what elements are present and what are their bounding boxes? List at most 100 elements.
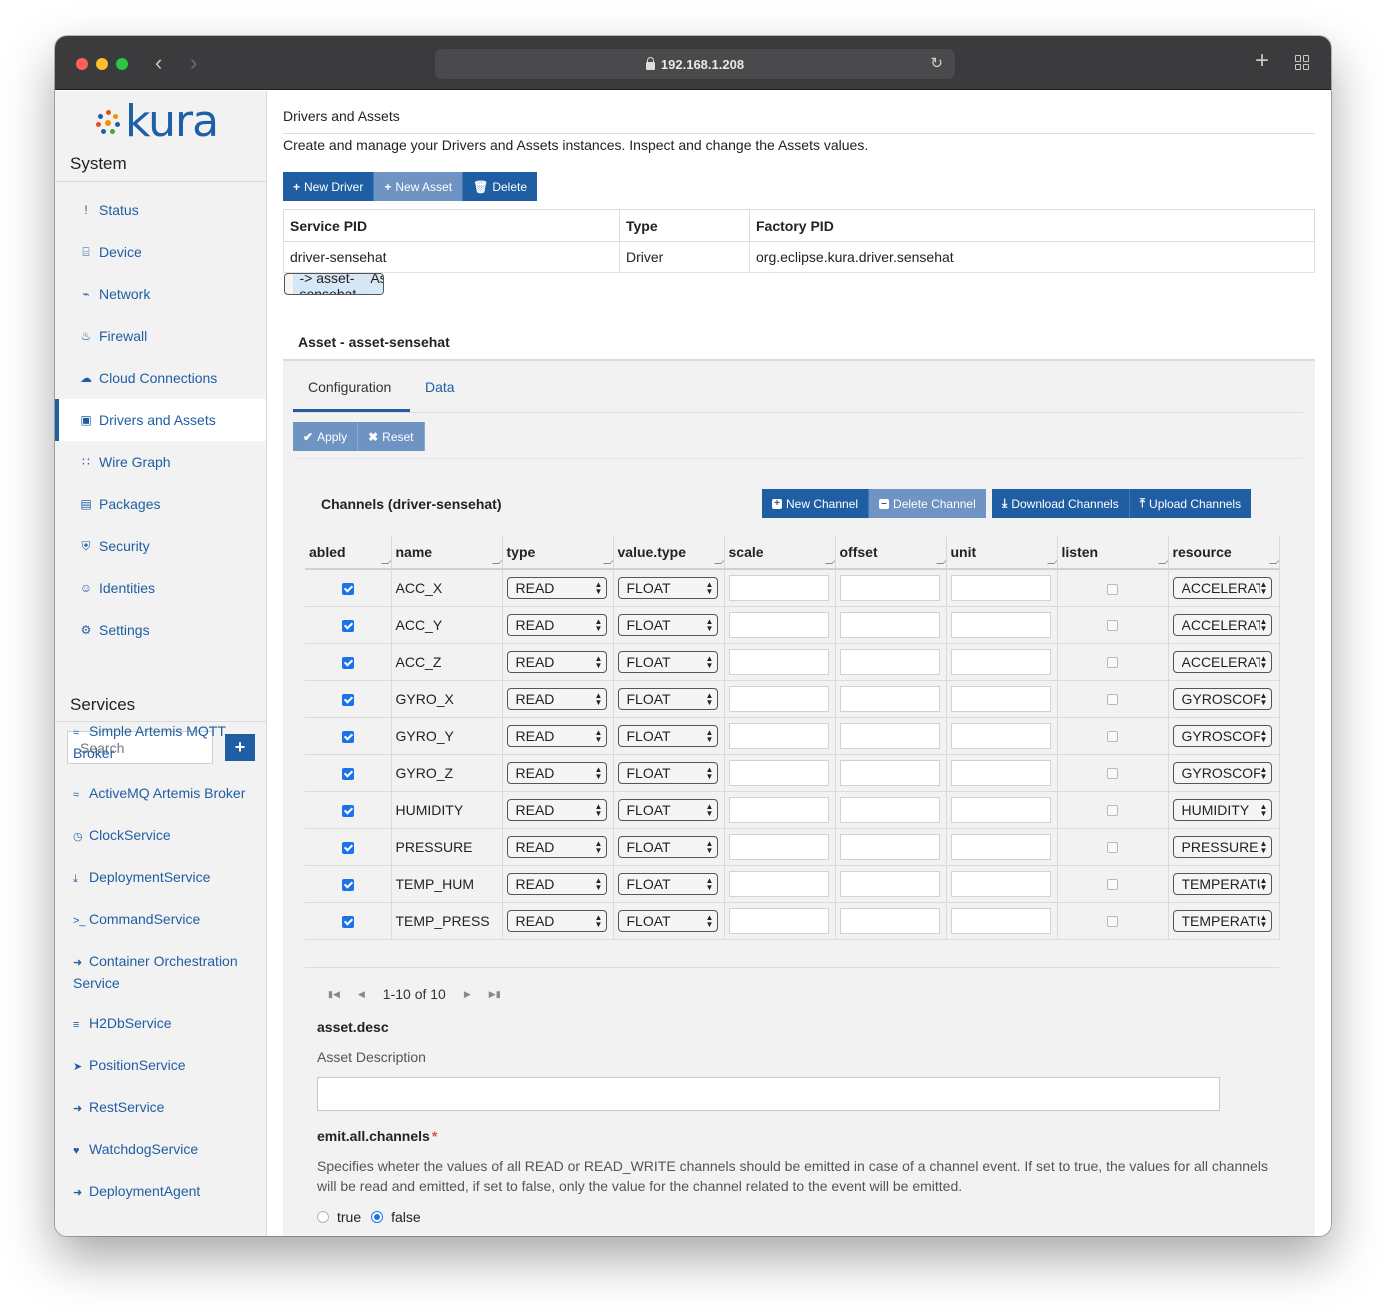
type-select[interactable]: READ ▲ ▼ bbox=[506, 687, 607, 710]
offset-input[interactable] bbox=[839, 833, 940, 860]
unit-input[interactable] bbox=[950, 648, 1051, 675]
sidebar-item-packages[interactable]: ▤ Packages bbox=[55, 483, 266, 525]
unit-input[interactable] bbox=[950, 722, 1051, 749]
sidebar-item-wire-graph[interactable]: ∷ Wire Graph bbox=[55, 441, 266, 483]
sidebar-item-network[interactable]: ⌁ Network bbox=[55, 273, 266, 315]
service-item-restservice[interactable]: ➜ RestService bbox=[73, 1097, 258, 1119]
back-arrow-icon[interactable]: ‹ bbox=[155, 51, 162, 75]
minimize-window-button[interactable] bbox=[96, 58, 108, 70]
sidebar-item-status[interactable]: ! Status bbox=[55, 189, 266, 231]
unit-input[interactable] bbox=[950, 759, 1051, 786]
scale-input[interactable] bbox=[728, 685, 829, 712]
service-item-deploymentservice[interactable]: ⤓ DeploymentService bbox=[73, 867, 258, 889]
resource-select[interactable]: ACCELERATION_X▲▼ bbox=[1172, 576, 1272, 599]
offset-input[interactable] bbox=[839, 870, 940, 897]
offset-input[interactable] bbox=[839, 648, 940, 675]
false-radio[interactable] bbox=[371, 1211, 384, 1223]
sidebar-item-identities[interactable]: ☺ Identities bbox=[55, 567, 266, 609]
value-type-select[interactable]: FLOAT ▲ ▼ bbox=[617, 576, 718, 599]
offset-input[interactable] bbox=[839, 759, 940, 786]
type-select[interactable]: READ ▲ ▼ bbox=[506, 835, 607, 858]
sidebar-item-firewall[interactable]: ♨ Firewall bbox=[55, 315, 266, 357]
scale-input[interactable] bbox=[728, 870, 829, 897]
type-select[interactable]: READ ▲ ▼ bbox=[506, 613, 607, 636]
unit-input[interactable] bbox=[950, 907, 1051, 934]
service-item-h2dbservice[interactable]: ≡ H2DbService bbox=[73, 1013, 258, 1035]
type-select[interactable]: READ ▲ ▼ bbox=[506, 872, 607, 895]
address-bar[interactable]: 192.168.1.208 ↻ bbox=[435, 49, 955, 79]
enabled-checkbox[interactable] bbox=[341, 915, 354, 928]
service-item-clockservice[interactable]: ◷ ClockService bbox=[73, 825, 258, 847]
listen-checkbox[interactable] bbox=[1107, 879, 1118, 891]
channel-name-cell[interactable]: ACC_X bbox=[391, 569, 503, 607]
column-header[interactable]: value.type bbox=[613, 536, 725, 570]
enabled-checkbox[interactable] bbox=[341, 878, 354, 891]
resource-select[interactable]: PRESSURE ▲ ▼ bbox=[1172, 835, 1272, 858]
service-item-positionservice[interactable]: ➤ PositionService bbox=[73, 1055, 258, 1077]
sidebar-item-drivers-and-assets[interactable]: ▣ Drivers and Assets bbox=[55, 399, 266, 441]
service-item-watchdogservice[interactable]: ♥ WatchdogService bbox=[73, 1139, 258, 1161]
type-select[interactable]: READ ▲ ▼ bbox=[506, 761, 607, 784]
type-select[interactable]: READ ▲ ▼ bbox=[506, 650, 607, 673]
unit-input[interactable] bbox=[950, 574, 1051, 601]
upload-channels-button[interactable]: ⤒ Upload Channels bbox=[1129, 489, 1252, 518]
delete-button[interactable]: 🗑 Delete bbox=[463, 172, 537, 201]
new-tab-icon[interactable]: + bbox=[1255, 49, 1269, 73]
next-page-icon[interactable]: ▶ bbox=[464, 989, 471, 1000]
column-header[interactable]: Factory PID bbox=[749, 209, 1315, 242]
offset-input[interactable] bbox=[839, 722, 940, 749]
enabled-checkbox[interactable] bbox=[341, 767, 354, 780]
service-item-simple-artemis-mqtt-broker[interactable]: ≈ Simple Artemis MQTT Broker bbox=[73, 721, 258, 763]
last-page-icon[interactable]: ▶▮ bbox=[489, 989, 501, 1000]
scale-input[interactable] bbox=[728, 759, 829, 786]
resource-select[interactable]: GYROSCOPE_Y▲▼ bbox=[1172, 724, 1272, 747]
service-item-commandservice[interactable]: >_ CommandService bbox=[73, 909, 258, 931]
channel-name-cell[interactable]: TEMP_PRESS bbox=[391, 902, 503, 940]
table-row[interactable]: -> asset-sensehatAssetorg.eclipse.kura.w… bbox=[283, 273, 384, 295]
listen-checkbox[interactable] bbox=[1107, 768, 1118, 780]
asset-desc-input[interactable] bbox=[317, 1077, 1220, 1111]
column-header[interactable]: scale bbox=[724, 536, 836, 570]
service-item-container-orchestration-service[interactable]: ➜ Container Orchestration Service bbox=[73, 951, 258, 993]
scale-input[interactable] bbox=[728, 648, 829, 675]
offset-input[interactable] bbox=[839, 796, 940, 823]
column-header[interactable]: Type bbox=[619, 209, 750, 242]
resource-select[interactable]: ACCELERATION_Z▲▼ bbox=[1172, 650, 1272, 673]
value-type-select[interactable]: FLOAT ▲ ▼ bbox=[617, 613, 718, 636]
channel-name-cell[interactable]: GYRO_Y bbox=[391, 717, 503, 755]
value-type-select[interactable]: FLOAT ▲ ▼ bbox=[617, 835, 718, 858]
channel-name-cell[interactable]: ACC_Z bbox=[391, 643, 503, 681]
unit-input[interactable] bbox=[950, 870, 1051, 897]
channel-name-cell[interactable]: HUMIDITY bbox=[391, 791, 503, 829]
sidebar-item-settings[interactable]: ⚙ Settings bbox=[55, 609, 266, 651]
offset-input[interactable] bbox=[839, 907, 940, 934]
tab-overview-icon[interactable] bbox=[1295, 55, 1310, 70]
channel-name-cell[interactable]: PRESSURE bbox=[391, 828, 503, 866]
value-type-select[interactable]: FLOAT ▲ ▼ bbox=[617, 724, 718, 747]
column-header[interactable]: type bbox=[502, 536, 614, 570]
true-radio[interactable] bbox=[317, 1211, 329, 1223]
enabled-checkbox[interactable] bbox=[341, 841, 354, 854]
listen-checkbox[interactable] bbox=[1107, 583, 1118, 595]
value-type-select[interactable]: FLOAT ▲ ▼ bbox=[617, 761, 718, 784]
close-window-button[interactable] bbox=[76, 58, 88, 70]
new-channel-button[interactable]: + New Channel bbox=[762, 489, 870, 518]
scale-input[interactable] bbox=[728, 833, 829, 860]
new-asset-button[interactable]: + New Asset bbox=[374, 172, 464, 201]
listen-checkbox[interactable] bbox=[1107, 916, 1118, 928]
column-header[interactable]: resource bbox=[1168, 536, 1280, 570]
prev-page-icon[interactable]: ◀ bbox=[358, 989, 365, 1000]
reload-icon[interactable]: ↻ bbox=[930, 54, 943, 72]
value-type-select[interactable]: FLOAT ▲ ▼ bbox=[617, 687, 718, 710]
column-header[interactable]: name bbox=[391, 536, 503, 570]
offset-input[interactable] bbox=[839, 574, 940, 601]
resource-select[interactable]: HUMIDITY ▲ ▼ bbox=[1172, 798, 1272, 821]
type-select[interactable]: READ ▲ ▼ bbox=[506, 909, 607, 932]
enabled-checkbox[interactable] bbox=[341, 583, 354, 596]
column-header[interactable]: listen bbox=[1057, 536, 1169, 570]
download-channels-button[interactable]: ⤓ Download Channels bbox=[992, 489, 1130, 518]
reset-button[interactable]: ✖ Reset bbox=[358, 422, 425, 451]
value-type-select[interactable]: FLOAT ▲ ▼ bbox=[617, 872, 718, 895]
unit-input[interactable] bbox=[950, 685, 1051, 712]
value-type-select[interactable]: FLOAT ▲ ▼ bbox=[617, 909, 718, 932]
